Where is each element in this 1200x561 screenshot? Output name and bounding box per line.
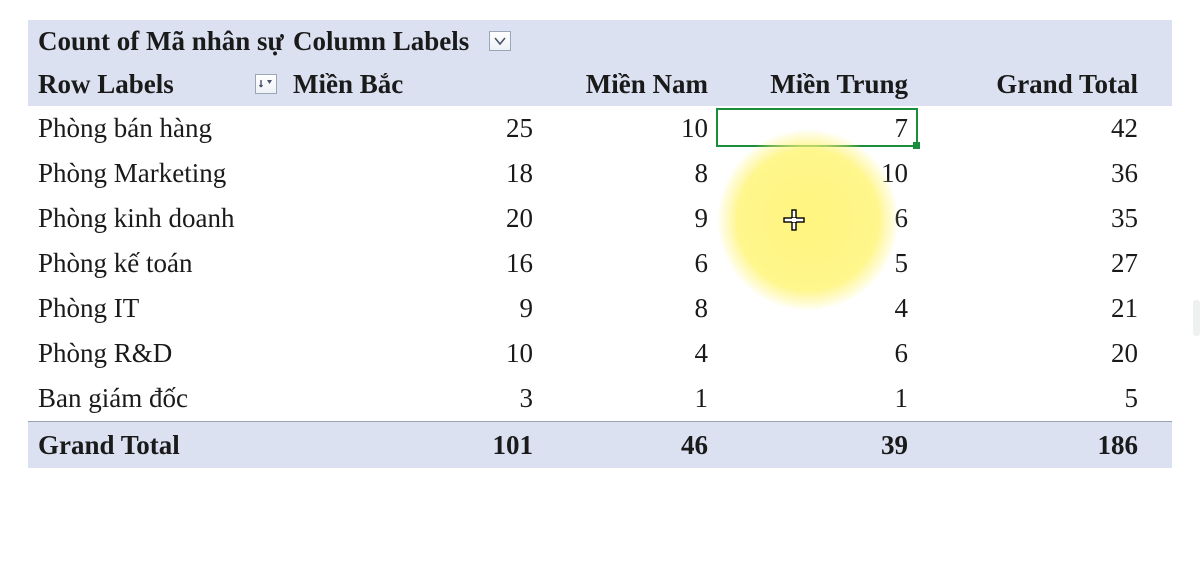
row-label[interactable]: Phòng kinh doanh <box>28 199 283 238</box>
data-cell[interactable]: 7 <box>718 109 918 148</box>
grand-total-row: Grand Total1014639186 <box>28 422 1172 468</box>
row-label[interactable]: Phòng Marketing <box>28 154 283 193</box>
grand-total-cell: 186 <box>918 426 1148 465</box>
row-label[interactable]: Phòng R&D <box>28 334 283 373</box>
data-cell[interactable]: 18 <box>283 154 543 193</box>
data-cell[interactable]: 6 <box>718 199 918 238</box>
data-cell[interactable]: 10 <box>543 109 718 148</box>
data-cell[interactable]: 5 <box>918 379 1148 418</box>
column-header[interactable]: Miền Nam <box>543 65 718 104</box>
data-cell[interactable]: 6 <box>543 244 718 283</box>
data-cell[interactable]: 35 <box>918 199 1148 238</box>
data-cell[interactable]: 4 <box>718 289 918 328</box>
data-cell[interactable]: 1 <box>543 379 718 418</box>
column-labels-dropdown[interactable] <box>489 31 511 51</box>
row-label[interactable]: Phòng bán hàng <box>28 109 283 148</box>
data-cell[interactable]: 21 <box>918 289 1148 328</box>
data-cell[interactable]: 4 <box>543 334 718 373</box>
pivot-header-row-2: Row Labels Miền BắcMiền NamMiền TrungGran… <box>28 62 1172 106</box>
table-row: Phòng kế toán166527 <box>28 241 1172 286</box>
data-cell[interactable]: 27 <box>918 244 1148 283</box>
sort-dropdown-icon <box>259 78 273 90</box>
data-cell[interactable]: 3 <box>283 379 543 418</box>
column-labels-header[interactable]: Column Labels <box>283 22 718 61</box>
data-cell[interactable]: 10 <box>718 154 918 193</box>
data-cell[interactable]: 16 <box>283 244 543 283</box>
column-header[interactable]: Miền Trung <box>718 65 918 104</box>
column-header[interactable]: Miền Bắc <box>283 65 543 104</box>
data-cell[interactable]: 20 <box>283 199 543 238</box>
data-cell[interactable]: 1 <box>718 379 918 418</box>
grand-total-cell: 39 <box>718 426 918 465</box>
row-labels-text: Row Labels <box>38 69 174 99</box>
row-label[interactable]: Ban giám đốc <box>28 379 283 418</box>
chevron-down-icon <box>494 36 506 46</box>
column-labels-text: Column Labels <box>293 26 469 57</box>
table-row: Phòng bán hàng2510742 <box>28 106 1172 151</box>
pivot-table-viewport: Count of Mã nhân sự Column Labels Row Labe… <box>0 0 1200 561</box>
row-labels-header[interactable]: Row Labels <box>28 65 283 104</box>
data-cell[interactable]: 9 <box>283 289 543 328</box>
row-label[interactable]: Phòng kế toán <box>28 244 283 283</box>
data-cell[interactable]: 8 <box>543 289 718 328</box>
grand-total-label: Grand Total <box>28 426 283 465</box>
grand-total-cell: 46 <box>543 426 718 465</box>
data-cell[interactable]: 6 <box>718 334 918 373</box>
table-row: Phòng kinh doanh209635 <box>28 196 1172 241</box>
data-cell[interactable]: 10 <box>283 334 543 373</box>
table-row: Phòng IT98421 <box>28 286 1172 331</box>
data-cell[interactable]: 36 <box>918 154 1148 193</box>
row-labels-dropdown[interactable] <box>255 74 277 94</box>
pivot-table[interactable]: Count of Mã nhân sự Column Labels Row Labe… <box>28 20 1172 468</box>
pivot-header-row-1: Count of Mã nhân sự Column Labels <box>28 20 1172 62</box>
table-row: Phòng Marketing1881036 <box>28 151 1172 196</box>
table-row: Ban giám đốc3115 <box>28 376 1172 421</box>
empty <box>718 37 918 45</box>
data-cell[interactable]: 20 <box>918 334 1148 373</box>
data-cell[interactable]: 5 <box>718 244 918 283</box>
scrollbar-thumb[interactable] <box>1193 300 1200 336</box>
data-cell[interactable]: 25 <box>283 109 543 148</box>
data-cell[interactable]: 42 <box>918 109 1148 148</box>
empty <box>918 37 1148 45</box>
data-cell[interactable]: 8 <box>543 154 718 193</box>
table-row: Phòng R&D104620 <box>28 331 1172 376</box>
row-label[interactable]: Phòng IT <box>28 289 283 328</box>
data-cell[interactable]: 9 <box>543 199 718 238</box>
grand-total-cell: 101 <box>283 426 543 465</box>
pivot-body: Phòng bán hàng2510742Phòng Marketing1881… <box>28 106 1172 422</box>
column-header[interactable]: Grand Total <box>918 65 1148 104</box>
measure-label: Count of Mã nhân sự <box>28 22 283 61</box>
